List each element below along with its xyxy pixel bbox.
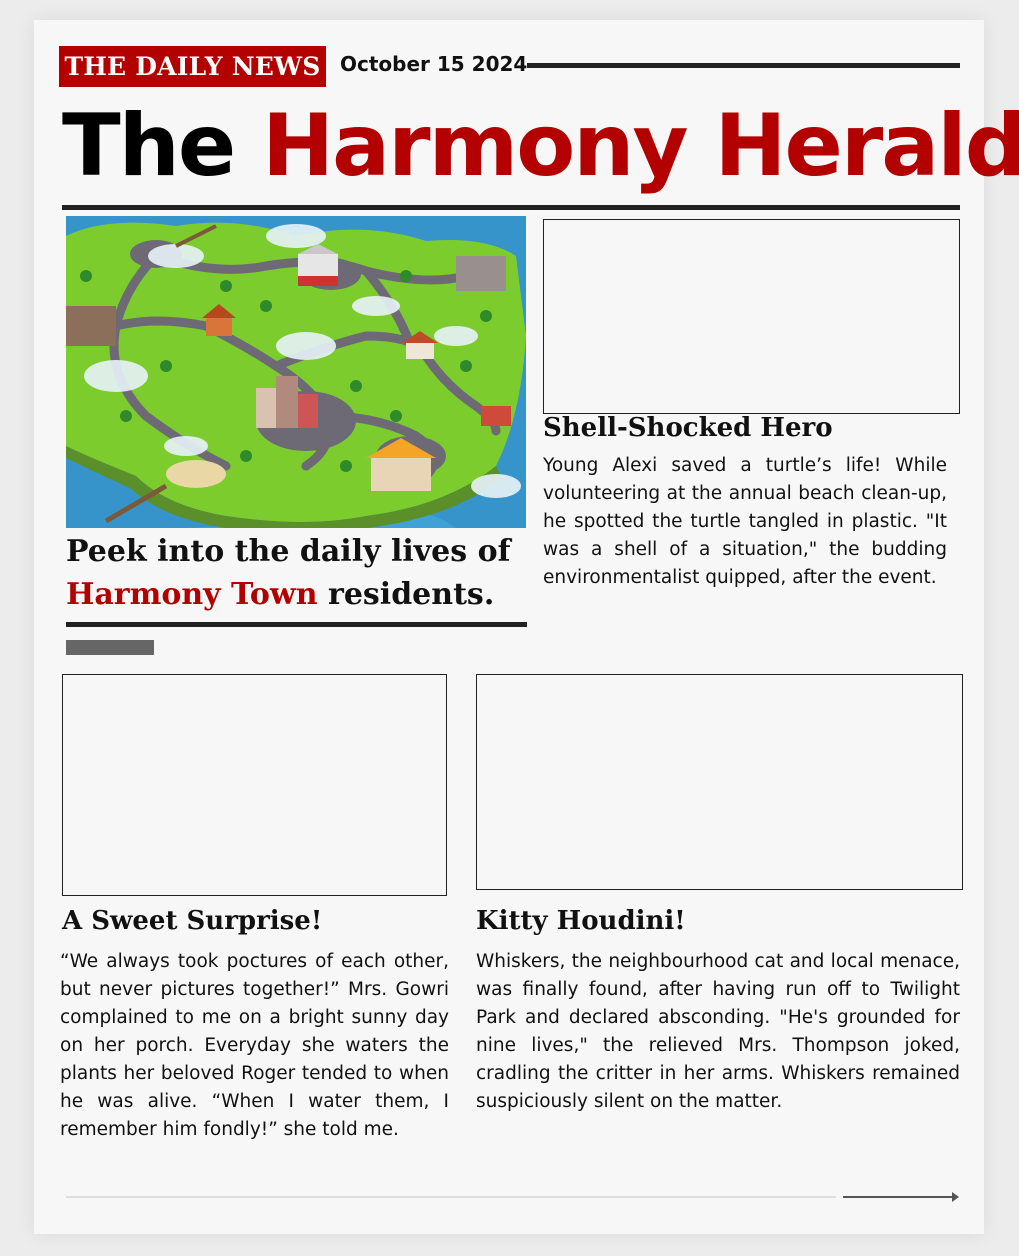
masthead-title-part2: Harmony Herald bbox=[262, 96, 1019, 196]
story-photo-placeholder bbox=[476, 674, 963, 890]
section-marker bbox=[66, 640, 154, 655]
lead-headline-start: Peek into the daily lives of bbox=[66, 534, 511, 569]
publication-badge: THE DAILY NEWS bbox=[59, 46, 326, 87]
story-headline: Shell-Shocked Hero bbox=[543, 413, 833, 443]
story-body: Whiskers, the neighbourhood cat and loca… bbox=[476, 951, 960, 1112]
footer-accent-rule bbox=[843, 1196, 955, 1198]
town-map-illustration bbox=[66, 216, 526, 528]
story-body: “We always took poctures of each other, … bbox=[60, 951, 449, 1140]
issue-date: October 15 2024 bbox=[340, 52, 528, 76]
arrow-right-icon bbox=[952, 1192, 959, 1202]
story-headline: Kitty Houdini! bbox=[476, 906, 686, 936]
lead-divider bbox=[66, 622, 527, 627]
footer-rule bbox=[66, 1196, 836, 1198]
story-body: Young Alexi saved a turtle’s life! While… bbox=[543, 455, 947, 588]
header-divider bbox=[527, 63, 960, 68]
masthead-title-part1: The bbox=[62, 96, 236, 196]
masthead-divider bbox=[62, 205, 960, 210]
masthead-title: The Harmony Herald bbox=[62, 96, 1019, 196]
story-photo-placeholder bbox=[62, 674, 447, 896]
lead-headline: Peek into the daily lives of Harmony Tow… bbox=[66, 530, 536, 616]
lead-headline-highlight: Harmony Town bbox=[66, 577, 318, 612]
story-photo-placeholder bbox=[543, 219, 960, 414]
lead-headline-end: residents. bbox=[328, 577, 495, 612]
story-headline: A Sweet Surprise! bbox=[62, 906, 323, 936]
